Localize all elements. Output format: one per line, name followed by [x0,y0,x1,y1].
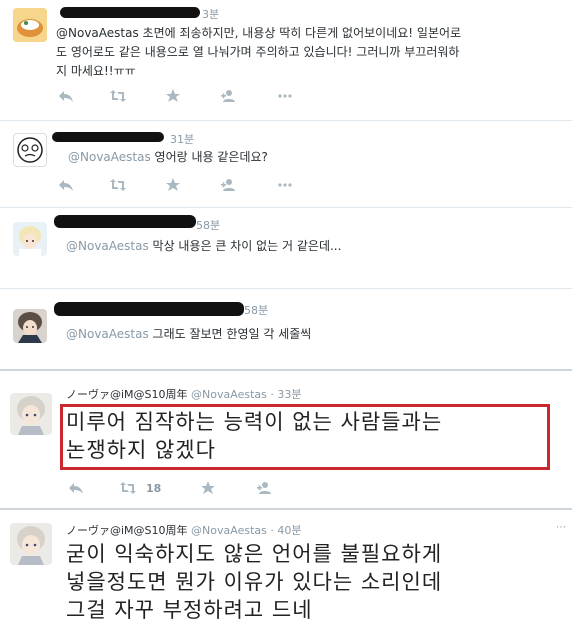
display-name[interactable]: ノーヴァ@iM@S10周年 [66,388,188,401]
tweet-text-line: 지 마세요!!ㅠㅠ [56,64,136,78]
retweet-icon[interactable] [110,178,126,192]
redacted-name [60,7,200,18]
avatar[interactable] [13,222,47,256]
avatar[interactable] [10,523,52,565]
tweet-text-line: 미루어 짐작하는 능력이 없는 사람들과는 [66,410,443,434]
separator: · [270,524,274,537]
divider [0,369,572,371]
reply-icon[interactable] [58,89,74,103]
display-name[interactable]: ノーヴァ@iM@S10周年 [66,524,188,537]
avatar[interactable] [13,133,47,167]
retweet-icon[interactable] [110,89,126,103]
tweet-header: ノーヴァ@iM@S10周年 @NovaAestas · 40분 [66,522,301,538]
tweet-text: @NovaAestas 그래도 잘보면 한영일 각 세줄씩 [66,325,311,344]
tweet-body: 그래도 잘보면 한영일 각 세줄씩 [148,327,312,341]
tweet-text-line: 굳이 익숙하지도 않은 언어를 불필요하게 [66,542,443,566]
tweet-text-line: @NovaAestas 초면에 죄송하지만, 내용상 딱히 다른게 없어보이네요… [56,26,462,40]
tweet-actions: 18 [68,481,298,495]
reply-icon[interactable] [58,178,74,192]
separator: · [270,388,274,401]
mention-link[interactable]: @NovaAestas [66,239,149,253]
tweet-actions [58,178,292,192]
follow-icon[interactable] [221,89,237,103]
mention-link[interactable]: @NovaAestas [68,150,151,164]
tweet-text: 미루어 짐작하는 능력이 없는 사람들과는 논쟁하지 않겠다 [66,408,442,464]
tweet-text: @NovaAestas 막상 내용은 큰 차이 없는 거 같은데... [66,237,341,256]
more-icon[interactable] [277,89,293,103]
tweet-time[interactable]: 31분 [170,131,194,147]
tweet-4: 58분 @NovaAestas 그래도 잘보면 한영일 각 세줄씩 [0,289,572,369]
handle[interactable]: @NovaAestas [191,388,267,401]
tweet-3: 58분 @NovaAestas 막상 내용은 큰 차이 없는 거 같은데... [0,208,572,288]
tweet-time[interactable]: 58분 [196,217,220,233]
tweet-body: 영어랑 내용 같은데요? [150,150,268,164]
more-icon[interactable]: ⋯ [556,522,566,533]
favorite-star-icon[interactable] [165,89,181,103]
favorite-star-icon[interactable] [200,481,216,495]
avatar[interactable] [13,8,47,42]
redacted-name [54,302,244,316]
retweet-count: 18 [146,482,162,495]
handle[interactable]: @NovaAestas [191,524,267,537]
favorite-star-icon[interactable] [165,178,181,192]
redacted-name [54,215,196,228]
tweet-time[interactable]: 3분 [202,6,219,22]
tweet-text-line: 도 영어로도 같은 내용으로 열 나눠가며 주의하고 있습니다! 그러니까 부끄… [56,45,460,59]
mention-link[interactable]: @NovaAestas [66,327,149,341]
tweet-body: 막상 내용은 큰 차이 없는 거 같은데... [148,239,342,253]
tweet-time[interactable]: 58분 [244,302,268,318]
tweet-2: 31분 @NovaAestas 영어랑 내용 같은데요? [0,121,572,207]
redacted-name [52,132,164,142]
tweet-text: 굳이 익숙하지도 않은 언어를 불필요하게 넣을정도면 뭔가 이유가 있다는 소… [66,540,442,624]
avatar[interactable] [13,309,47,343]
tweet-text-line: 논쟁하지 않겠다 [66,438,216,462]
reply-icon[interactable] [68,481,84,495]
tweet-text-line: 넣을정도면 뭔가 이유가 있다는 소리인데 [66,570,443,594]
divider [0,508,572,510]
tweet-1: 3분 @NovaAestas 초면에 죄송하지만, 내용상 딱히 다른게 없어보… [0,0,572,120]
tweet-time[interactable]: 40분 [277,524,301,537]
retweet-icon[interactable] [120,481,136,495]
tweet-text: @NovaAestas 영어랑 내용 같은데요? [68,148,268,167]
more-icon[interactable] [277,178,293,192]
tweet-text-line: 그걸 자꾸 부정하려고 드네 [66,598,313,622]
avatar[interactable] [10,393,52,435]
follow-icon[interactable] [257,481,273,495]
follow-icon[interactable] [221,178,237,192]
tweet-time[interactable]: 33분 [277,388,301,401]
tweet-header: ノーヴァ@iM@S10周年 @NovaAestas · 33분 [66,386,301,402]
tweet-text: @NovaAestas 초면에 죄송하지만, 내용상 딱히 다른게 없어보이네요… [56,24,461,81]
tweet-actions [58,89,292,103]
